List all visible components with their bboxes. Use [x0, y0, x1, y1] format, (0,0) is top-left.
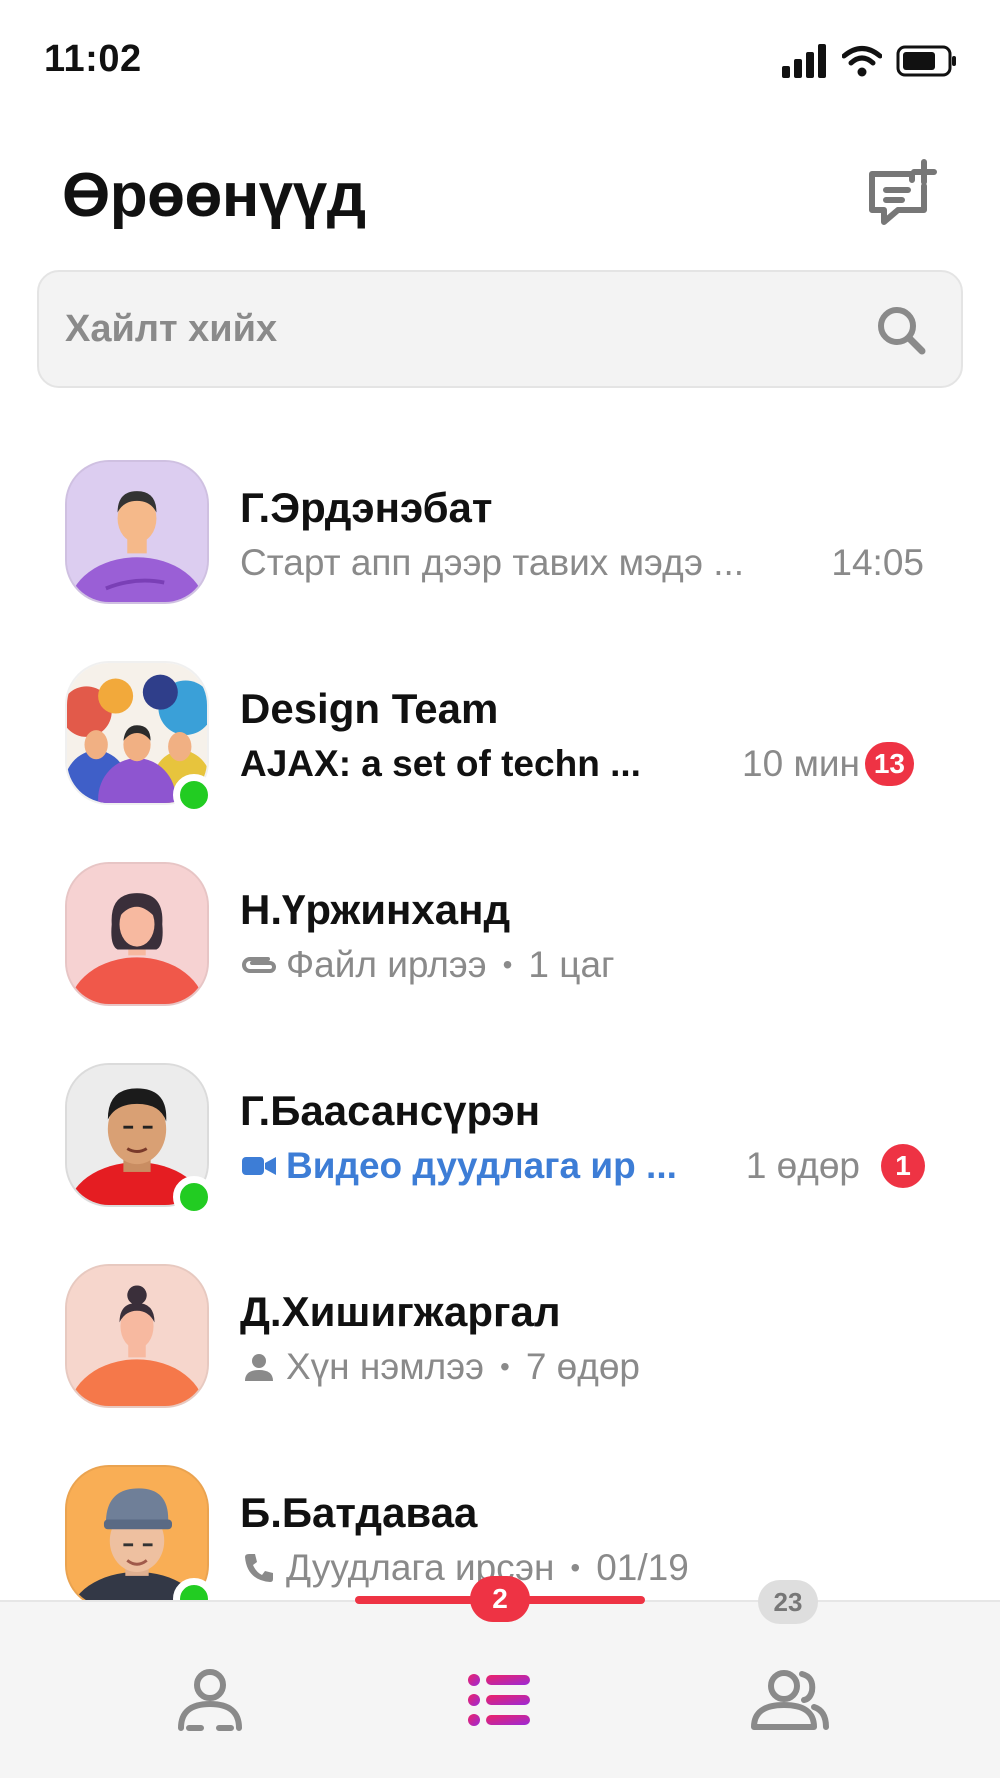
chat-item[interactable]: Г.Баасансүрэн Видео дуудлага ир ... 1 өд…	[0, 1043, 1000, 1244]
chat-time: 1 өдөр	[745, 1145, 860, 1186]
chat-preview: Файл ирлээ	[286, 944, 487, 985]
chat-time: 01/19	[596, 1547, 689, 1588]
new-chat-button[interactable]	[862, 156, 942, 236]
group-icon	[750, 1669, 830, 1736]
chat-preview-row: Файл ирлээ • 1 цаг	[240, 944, 615, 986]
unread-badge: 13	[864, 742, 914, 786]
tab-contacts[interactable]	[150, 1652, 270, 1752]
chat-time: 7 өдөр	[525, 1346, 640, 1387]
chat-list: Г.Эрдэнэбат Старт апп дээр тавих мэдэ ..…	[0, 440, 1000, 1646]
chat-preview: Старт апп дээр тавих мэдэ ...	[240, 542, 745, 583]
search-input[interactable]	[65, 272, 865, 386]
battery-icon	[896, 45, 958, 82]
chat-time: 1 цаг	[528, 944, 615, 985]
chat-name: Г.Баасансүрэн	[240, 1087, 541, 1134]
status-time: 11:02	[44, 38, 142, 80]
wifi-icon	[841, 45, 883, 82]
tab-chats[interactable]	[440, 1652, 560, 1752]
unread-badge: 1	[881, 1144, 925, 1188]
chat-preview: Хүн нэмлээ	[286, 1346, 484, 1387]
tab-groups-badge: 23	[758, 1580, 818, 1624]
chat-name: Н.Үржинханд	[240, 886, 511, 933]
chat-item[interactable]: Д.Хишигжаргал Хүн нэмлээ • 7 өдөр	[0, 1244, 1000, 1445]
chat-item[interactable]: Design Team AJAX: a set of techn ... 10 …	[0, 641, 1000, 842]
signal-icon	[782, 44, 828, 83]
chat-name: Design Team	[240, 685, 499, 732]
contact-icon	[175, 1668, 245, 1737]
separator-dot: •	[500, 1351, 510, 1382]
avatar	[65, 1264, 209, 1408]
avatar	[65, 862, 209, 1006]
status-bar: 11:02	[0, 0, 1000, 125]
chat-time: 14:05	[831, 542, 924, 583]
attachment-icon	[240, 946, 278, 984]
header: Өрөөнүүд	[0, 150, 1000, 260]
chat-name: Г.Эрдэнэбат	[240, 484, 493, 531]
tab-groups[interactable]	[730, 1652, 850, 1752]
chat-preview-row: Дуудлага ирсэн • 01/19	[240, 1547, 689, 1589]
search-icon[interactable]	[875, 304, 927, 356]
tab-chats-badge: 2	[470, 1576, 530, 1622]
person-icon	[240, 1348, 278, 1386]
separator-dot: •	[570, 1552, 581, 1583]
list-icon	[468, 1672, 532, 1733]
chat-item[interactable]: Г.Эрдэнэбат Старт апп дээр тавих мэдэ ..…	[0, 440, 1000, 641]
search-bar	[37, 270, 963, 388]
page-title: Өрөөнүүд	[62, 161, 366, 230]
chat-preview: Видео дуудлага ир ...	[286, 1145, 677, 1186]
chat-name: Д.Хишигжаргал	[240, 1288, 561, 1335]
chat-preview-row: Хүн нэмлээ • 7 өдөр	[240, 1346, 640, 1388]
online-status-indicator	[173, 1176, 215, 1218]
chat-item[interactable]: Н.Үржинханд Файл ирлээ • 1 цаг	[0, 842, 1000, 1043]
status-icons	[782, 44, 958, 83]
avatar	[65, 460, 209, 604]
video-camera-icon	[240, 1147, 278, 1185]
phone-icon	[240, 1549, 278, 1587]
online-status-indicator	[173, 774, 215, 816]
separator-dot: •	[502, 949, 513, 980]
tab-bar	[0, 1600, 1000, 1778]
chat-name: Б.Батдаваа	[240, 1489, 478, 1536]
chat-preview: AJAX: a set of techn ...	[240, 743, 641, 784]
chat-preview-row: Видео дуудлага ир ...	[240, 1145, 677, 1187]
chat-time: 10 мин	[742, 743, 860, 784]
new-chat-icon	[866, 158, 938, 235]
